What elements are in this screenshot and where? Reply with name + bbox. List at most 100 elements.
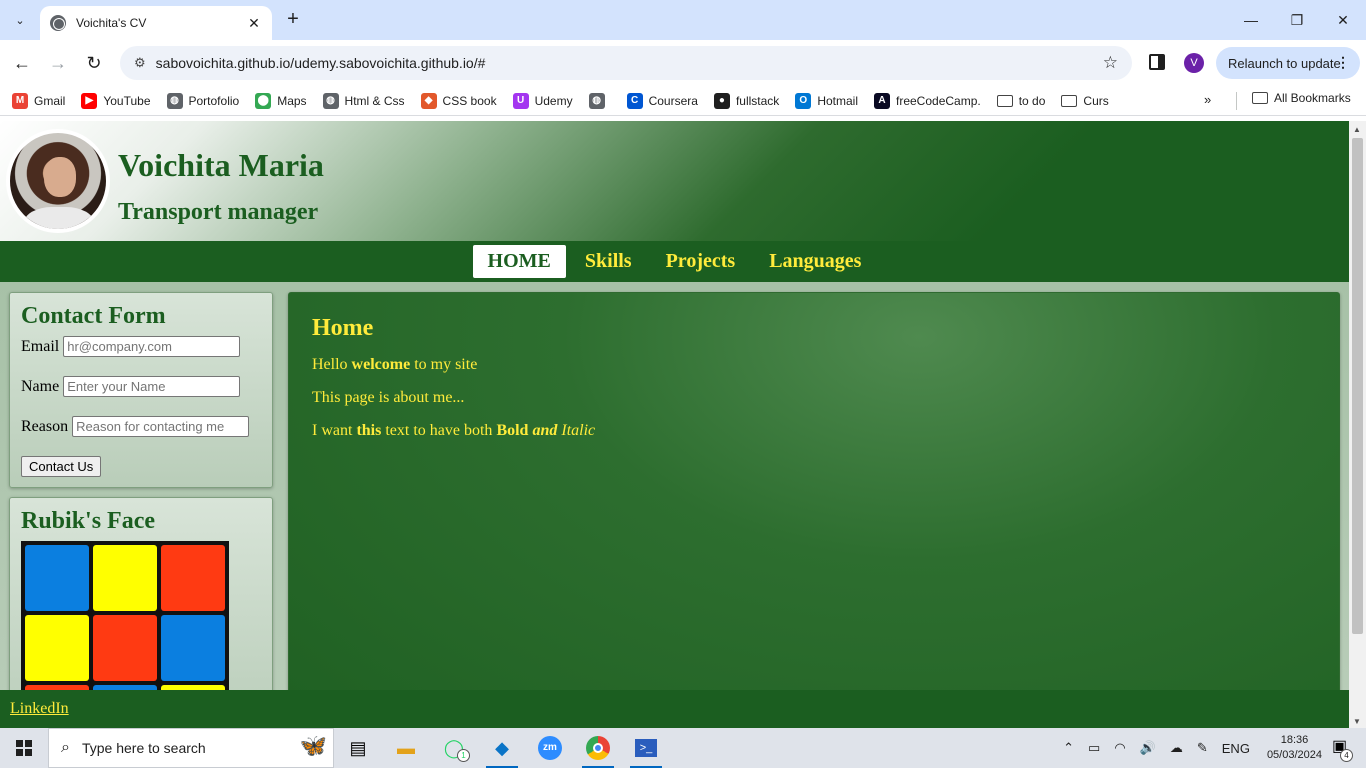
bookmark-item[interactable]: ◆ CSS book [420, 92, 497, 109]
contact-form: Contact Form Email Name Reason Contact U… [9, 292, 273, 488]
bookmark-label: Coursera [648, 93, 698, 108]
reload-icon[interactable]: ↻ [82, 51, 106, 75]
battery-icon[interactable]: ▭ [1088, 740, 1100, 756]
bookmark-item[interactable]: ● fullstack [713, 92, 780, 109]
zoom-icon[interactable]: zm [526, 728, 574, 768]
page-footer: LinkedIn [0, 690, 1349, 728]
bookmark-label: fullstack [735, 93, 780, 108]
bookmark-item[interactable]: to do [996, 94, 1045, 108]
address-bar[interactable]: ⚙ sabovoichita.github.io/udemy.sabovoich… [120, 46, 1132, 80]
contact-us-button[interactable]: Contact Us [21, 456, 102, 477]
bookmark-item[interactable]: M Gmail [12, 92, 65, 109]
bookmark-item[interactable]: ▶ YouTube [81, 92, 151, 109]
bookmark-item[interactable]: Curs [1061, 93, 1109, 108]
scroll-down-icon[interactable]: ▼ [1353, 717, 1361, 726]
globe-icon: ◍ [588, 92, 605, 109]
tab-title: Voichita's CV [76, 16, 147, 30]
contact-form-title: Contact Form [21, 303, 166, 329]
bookmark-item[interactable]: ◍ Html & Css [322, 92, 405, 109]
clock[interactable]: 18:36 05/03/2024 [1267, 733, 1322, 763]
restore-icon[interactable]: ❐ [1274, 0, 1320, 40]
text-span: Hello [312, 356, 352, 373]
windows-logo-icon [16, 740, 32, 756]
side-panel-icon[interactable] [1149, 54, 1165, 70]
menu-dots-icon[interactable]: ⋮ [1336, 54, 1350, 71]
folder-icon [1061, 94, 1078, 107]
forward-arrow-icon[interactable]: → [46, 51, 70, 75]
bookmark-item[interactable]: ◍ [588, 92, 611, 109]
bookmark-item[interactable]: C Coursera [626, 92, 698, 109]
system-tray: ⌃ ▭ ◠ 🔊 ☁ ✎ ENG 18:36 05/03/2024 ▣ 4 [1056, 728, 1366, 768]
relaunch-button[interactable]: Relaunch to update ⋮ [1216, 47, 1360, 79]
url-text[interactable]: sabovoichita.github.io/udemy.sabovoichit… [156, 55, 1103, 71]
bookmark-item[interactable]: ⬤ Maps [255, 92, 307, 109]
bold-italic-text: and [532, 422, 558, 439]
close-window-icon[interactable]: ✕ [1320, 0, 1366, 40]
italic-text: Italic [561, 422, 596, 439]
page-scrollbar[interactable]: ▲ ▼ [1349, 121, 1366, 728]
browser-tab[interactable]: Voichita's CV ✕ [40, 6, 272, 40]
chrome-icon[interactable] [574, 728, 622, 768]
person-role: Transport manager [118, 199, 319, 225]
window-controls: — ❐ ✕ [1228, 0, 1366, 40]
text-span: I want [312, 422, 357, 439]
avatar-shirt [24, 207, 94, 229]
vscode-icon[interactable]: ◆ [478, 728, 526, 768]
chevron-up-icon[interactable]: ⌃ [1063, 740, 1074, 756]
page-viewport: Voichita Maria Transport manager HOME Sk… [0, 121, 1349, 728]
start-button[interactable] [0, 728, 48, 768]
bookmark-label: Udemy [534, 93, 573, 108]
linkedin-link[interactable]: LinkedIn [10, 700, 69, 717]
onedrive-icon[interactable]: ☁ [1170, 740, 1183, 756]
reason-label: Reason [21, 417, 69, 435]
bookmark-label: CSS book [442, 93, 497, 108]
pen-icon[interactable]: ✎ [1197, 740, 1208, 756]
nav-projects[interactable]: Projects [651, 245, 751, 278]
bookmark-label: freeCodeCamp. [896, 93, 981, 108]
name-field[interactable] [63, 376, 241, 397]
bookmark-item[interactable]: U Udemy [512, 92, 573, 109]
email-label: Email [21, 337, 60, 355]
whatsapp-icon[interactable]: ◯ 1 [430, 728, 478, 768]
email-field[interactable] [63, 336, 241, 357]
bookmark-item[interactable]: O Hotmail [795, 92, 858, 109]
css-book-icon: ◆ [420, 92, 437, 109]
notification-count: 4 [1340, 749, 1353, 762]
profile-avatar[interactable]: V [1184, 53, 1204, 73]
tab-search-button[interactable]: ⌄ [8, 8, 32, 32]
nav-skills[interactable]: Skills [570, 245, 647, 278]
bold-text: Bold [496, 422, 529, 439]
powershell-icon[interactable]: >_ [622, 728, 670, 768]
taskbar-search[interactable]: ⌕ Type here to search 🦋 [48, 728, 334, 768]
all-bookmarks-button[interactable]: All Bookmarks [1252, 91, 1351, 105]
more-bookmarks-icon[interactable]: » [1204, 92, 1211, 107]
coursera-icon: C [626, 92, 643, 109]
nav-languages[interactable]: Languages [754, 245, 876, 278]
bookmark-item[interactable]: AfreeCodeCamp. [874, 92, 981, 109]
search-placeholder: Type here to search [81, 740, 206, 756]
notification-center-icon[interactable]: ▣ 4 [1332, 736, 1356, 762]
bookmark-label: Portofolio [188, 93, 240, 108]
nav-home[interactable]: HOME [472, 245, 566, 278]
scroll-up-icon[interactable]: ▲ [1353, 125, 1361, 134]
folder-icon [996, 94, 1013, 107]
bookmark-item[interactable]: ◍ Portofolio [166, 92, 240, 109]
reason-field[interactable] [72, 416, 250, 437]
back-arrow-icon[interactable]: ← [10, 51, 34, 75]
bookmark-label: Html & Css [344, 93, 405, 108]
close-icon[interactable]: ✕ [246, 15, 262, 32]
language-indicator[interactable]: ENG [1222, 741, 1250, 756]
bookmark-label: Curs [1083, 93, 1109, 108]
minimize-icon[interactable]: — [1228, 0, 1274, 40]
file-explorer-icon[interactable]: ▬ [382, 728, 430, 768]
scroll-thumb[interactable] [1352, 138, 1363, 634]
volume-icon[interactable]: 🔊 [1140, 740, 1156, 756]
whatsapp-badge: 1 [457, 749, 470, 762]
page-header: Voichita Maria Transport manager [0, 121, 1349, 241]
search-icon: ⌕ [61, 739, 70, 756]
bookmark-star-icon[interactable]: ☆ [1103, 53, 1118, 73]
new-tab-button[interactable]: + [282, 9, 304, 31]
site-settings-icon[interactable]: ⚙ [134, 55, 146, 71]
task-view-icon[interactable]: ▤ [334, 728, 382, 768]
wifi-icon[interactable]: ◠ [1114, 740, 1125, 756]
